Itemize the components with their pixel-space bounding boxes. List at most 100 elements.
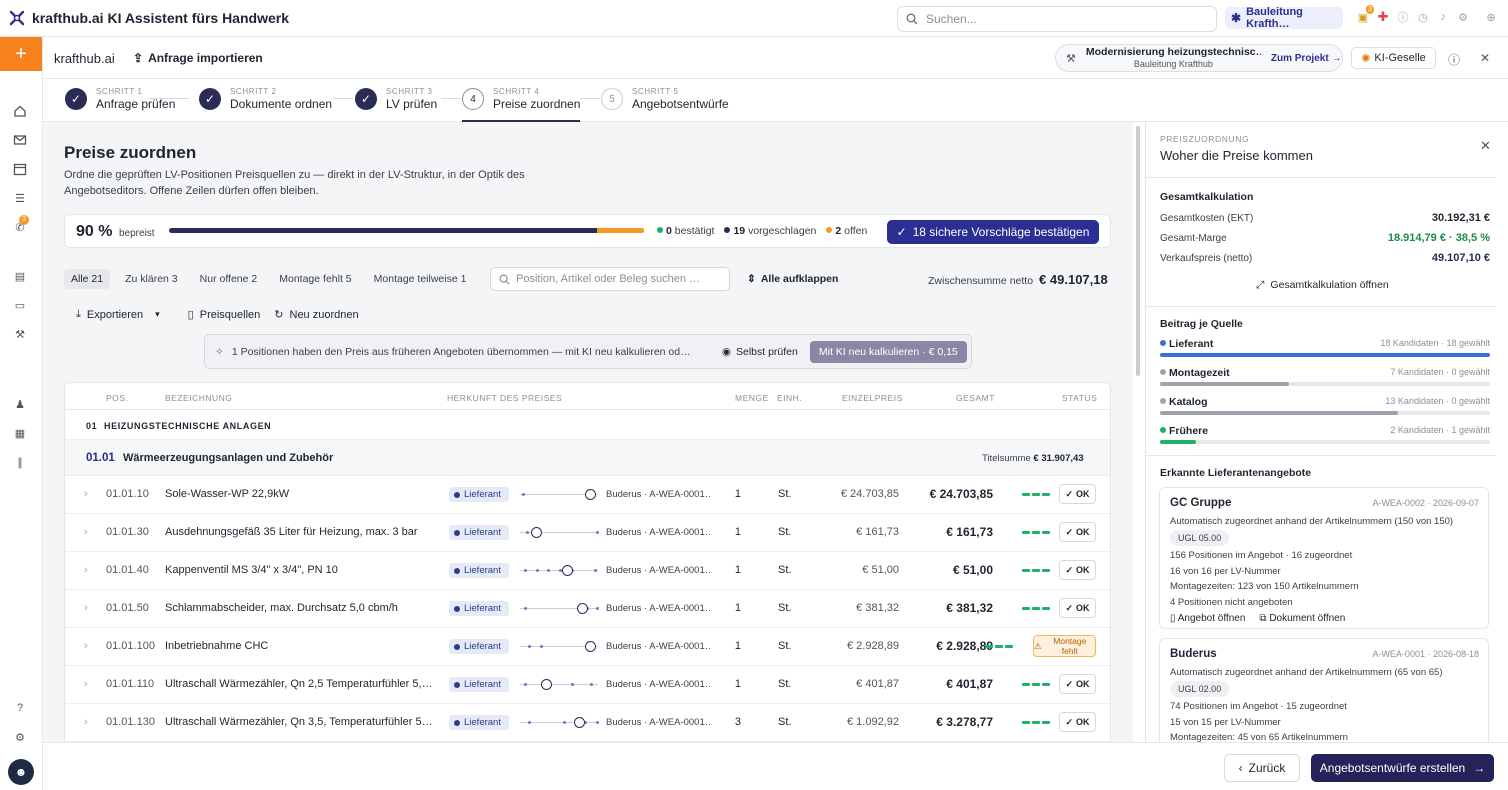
source-tag[interactable]: Lieferant xyxy=(449,601,509,616)
project-chip[interactable]: ⚒ Modernisierung heizungstechnisc… Baulei… xyxy=(1055,44,1343,72)
source-tag[interactable]: Lieferant xyxy=(449,677,509,692)
table-row[interactable]: › 01.01.30 Ausdehnungsgefäß 35 Liter für… xyxy=(65,514,1110,552)
export-button[interactable]: ⤓ Exportieren ▾ xyxy=(76,308,160,321)
calendar-icon[interactable] xyxy=(12,161,28,177)
source-row[interactable]: Montagezeit 7 Kandidaten · 0 gewählt xyxy=(1160,367,1490,386)
status-ok-button[interactable]: ✓ OK xyxy=(1059,598,1096,618)
price-slider[interactable] xyxy=(520,717,599,728)
slider-knob[interactable] xyxy=(573,717,585,728)
org-switcher[interactable]: ✱ Bauleitung Krafth… xyxy=(1225,6,1343,30)
home-icon[interactable] xyxy=(12,103,28,119)
source-tag[interactable]: Lieferant xyxy=(449,715,509,730)
mail-icon[interactable] xyxy=(12,132,28,148)
table-row[interactable]: › 01.01.130 Ultraschall Wärmezähler, Qn … xyxy=(65,704,1110,742)
source-row[interactable]: Katalog 13 Kandidaten · 0 gewählt xyxy=(1160,396,1490,415)
status-ok-button[interactable]: ✓ OK xyxy=(1059,674,1096,694)
health-cross-icon[interactable]: ✚ xyxy=(1376,9,1390,24)
help-icon[interactable]: ⓘ xyxy=(1396,10,1410,24)
ki-geselle-button[interactable]: ✺ KI-Geselle xyxy=(1351,47,1436,69)
clock-icon[interactable]: ◷ xyxy=(1416,10,1430,24)
step-1[interactable]: ✓ SCHRITT 1 Anfrage prüfen xyxy=(65,87,175,111)
close-icon[interactable]: ✕ xyxy=(1480,51,1490,68)
settings-icon[interactable]: ⚙ xyxy=(12,729,28,745)
filter-all[interactable]: Alle 21 xyxy=(64,269,111,289)
expand-all-button[interactable]: ⇕ Alle aufklappen xyxy=(747,273,838,285)
source-tag[interactable]: Lieferant xyxy=(449,563,509,578)
main-scrollbar[interactable] xyxy=(1133,122,1145,742)
avatar[interactable]: ☻ xyxy=(8,759,34,785)
tasks-icon[interactable]: ☰ xyxy=(12,190,28,206)
source-row[interactable]: Frühere 2 Kandidaten · 1 gewählt xyxy=(1160,425,1490,444)
status-ok-button[interactable]: ✓ OK xyxy=(1059,484,1096,504)
slider-knob[interactable] xyxy=(530,527,542,538)
table-row[interactable]: › 01.01.110 Ultraschall Wärmezähler, Qn … xyxy=(65,666,1110,704)
source-tag[interactable]: Lieferant xyxy=(449,639,509,654)
chevron-right-icon[interactable]: › xyxy=(84,640,88,652)
open-document-link[interactable]: ⧉ Dokument öffnen xyxy=(1259,613,1345,624)
confirm-suggestions-button[interactable]: ✓ 18 sichere Vorschläge bestätigen xyxy=(887,220,1099,244)
step-3[interactable]: ✓ SCHRITT 3 LV prüfen xyxy=(355,87,437,111)
reassign-button[interactable]: ↻ Neu zuordnen xyxy=(274,308,358,322)
status-montage-missing[interactable]: ⚠ Montage fehlt xyxy=(1033,635,1096,657)
slider-knob[interactable] xyxy=(561,565,573,576)
gear-icon[interactable]: ⚙ xyxy=(1456,10,1470,24)
price-slider[interactable] xyxy=(520,489,598,500)
group-heading[interactable]: 01 HEIZUNGSTECHNISCHE ANLAGEN xyxy=(65,410,1110,440)
chevron-right-icon[interactable]: › xyxy=(84,716,88,728)
slider-knob[interactable] xyxy=(577,603,589,614)
source-tag[interactable]: Lieferant xyxy=(449,487,509,502)
chevron-right-icon[interactable]: › xyxy=(84,488,88,500)
subgroup-heading[interactable]: 01.01 Wärmeerzeugungsanlagen und Zubehör… xyxy=(65,440,1110,476)
close-panel-icon[interactable]: ✕ xyxy=(1480,138,1491,154)
back-button[interactable]: ‹ Zurück xyxy=(1224,754,1300,782)
slider-knob[interactable] xyxy=(540,679,552,690)
step-2[interactable]: ✓ SCHRITT 2 Dokumente ordnen xyxy=(199,87,332,111)
filter-montage-partial[interactable]: Montage teilweise 1 xyxy=(367,269,474,289)
table-row[interactable]: › 01.01.100 Inbetriebnahme CHC Lieferant… xyxy=(65,628,1110,666)
source-tag[interactable]: Lieferant xyxy=(449,525,509,540)
tools-icon[interactable]: ⚒ xyxy=(12,326,28,342)
go-to-project-link[interactable]: Zum Projekt → xyxy=(1271,53,1342,64)
create-drafts-button[interactable]: Angebotsentwürfe erstellen → xyxy=(1311,754,1494,782)
ki-recalc-button[interactable]: Mit KI neu kalkulieren · € 0,15 xyxy=(809,340,967,363)
table-row[interactable]: › 01.01.40 Kappenventil MS 3/4" x 3/4", … xyxy=(65,552,1110,590)
device-icon[interactable]: ▭ xyxy=(12,297,28,313)
position-search-input[interactable]: Position, Artikel oder Beleg suchen … xyxy=(490,267,730,291)
offer-card-gc[interactable]: GC Gruppe A-WEA-0002 · 2026-09-07 Automa… xyxy=(1159,487,1489,629)
table-row[interactable]: › 01.01.50 Schlammabscheider, max. Durch… xyxy=(65,590,1110,628)
users-icon[interactable]: ♟ xyxy=(12,396,28,412)
building-icon[interactable]: ▦ xyxy=(12,425,28,441)
slider-knob[interactable] xyxy=(585,641,597,652)
slider-knob[interactable] xyxy=(585,489,597,500)
app-brand[interactable]: krafthub.ai KI Assistent fürs Handwerk xyxy=(8,9,289,27)
filter-open-only[interactable]: Nur offene 2 xyxy=(193,269,265,289)
inbox-icon[interactable]: ▣ 3 xyxy=(1356,5,1374,24)
open-calculation-link[interactable]: ⤢ Gesamtkalkulation öffnen xyxy=(1256,279,1389,292)
open-offer-link[interactable]: ▯ Angebot öffnen xyxy=(1170,613,1245,624)
self-check-button[interactable]: ◉ Selbst prüfen xyxy=(722,346,798,358)
status-ok-button[interactable]: ✓ OK xyxy=(1059,712,1096,732)
chevron-right-icon[interactable]: › xyxy=(84,678,88,690)
help-circle-icon[interactable]: ? xyxy=(12,700,28,716)
offer-card-buderus[interactable]: Buderus A-WEA-0001 · 2026-08-18 Automati… xyxy=(1159,638,1489,742)
document-icon[interactable]: ▤ xyxy=(12,268,28,284)
source-row[interactable]: Lieferant 18 Kandidaten · 18 gewählt xyxy=(1160,338,1490,357)
step-4[interactable]: 4 SCHRITT 4 Preise zuordnen xyxy=(462,87,580,111)
bell-icon[interactable]: ♪ xyxy=(1436,10,1450,24)
price-slider[interactable] xyxy=(520,603,599,614)
library-icon[interactable]: ∥ xyxy=(12,454,28,470)
filter-to-clarify[interactable]: Zu klären 3 xyxy=(118,269,185,289)
price-sources-button[interactable]: ▯ Preisquellen xyxy=(188,308,261,322)
filter-montage-missing[interactable]: Montage fehlt 5 xyxy=(272,269,358,289)
status-ok-button[interactable]: ✓ OK xyxy=(1059,560,1096,580)
status-ok-button[interactable]: ✓ OK xyxy=(1059,522,1096,542)
table-row[interactable]: › 01.01.10 Sole-Wasser-WP 22,9kW Liefera… xyxy=(65,476,1110,514)
price-slider[interactable] xyxy=(520,565,598,576)
help-icon[interactable]: ⓘ xyxy=(1448,51,1460,68)
globe-icon[interactable]: ⊕ xyxy=(1484,10,1498,24)
price-slider[interactable] xyxy=(520,641,598,652)
price-slider[interactable] xyxy=(520,527,599,538)
global-search[interactable]: Suchen... xyxy=(897,6,1217,32)
new-button[interactable]: + xyxy=(0,37,42,71)
step-5[interactable]: 5 SCHRITT 5 Angebotsentwürfe xyxy=(601,87,729,111)
